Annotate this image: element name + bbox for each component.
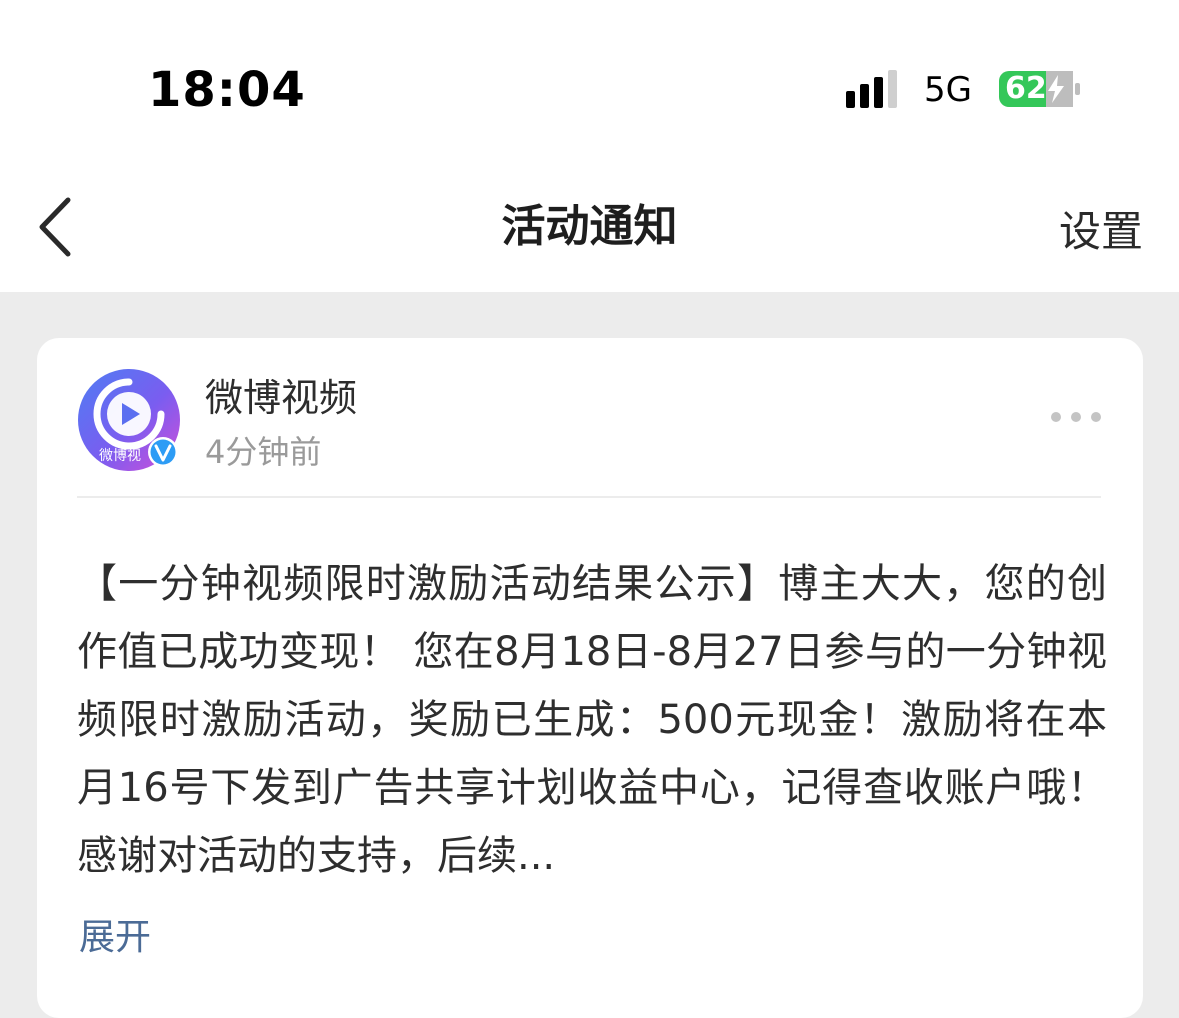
- avatar[interactable]: 微博视: [77, 368, 181, 472]
- more-options-icon[interactable]: [1049, 410, 1103, 424]
- settings-button[interactable]: 设置: [1059, 202, 1143, 262]
- signal-strength-icon: [846, 70, 897, 108]
- page-title: 活动通知: [501, 201, 678, 252]
- divider: [77, 496, 1101, 498]
- status-time: 18:04: [148, 62, 306, 118]
- avatar-caption: 微博视: [99, 447, 141, 464]
- expand-link[interactable]: 展开: [79, 908, 151, 968]
- notification-time: 4分钟前: [205, 433, 322, 471]
- sender-name[interactable]: 微博视频: [205, 372, 357, 424]
- network-type: 5G: [924, 70, 972, 110]
- notification-message: 【一分钟视频限时激励活动结果公示】博主大大，您的创作值已成功变现！ 您在8月18…: [77, 561, 1107, 879]
- battery-level: 62: [1005, 71, 1047, 106]
- notification-card: 微博视 微博视频 4分钟前 【一分钟视频限时激励活动结果公示】博主大大，您的创作…: [37, 338, 1143, 1018]
- header-area: 18:04 5G 62 活动通知 设置: [0, 0, 1179, 292]
